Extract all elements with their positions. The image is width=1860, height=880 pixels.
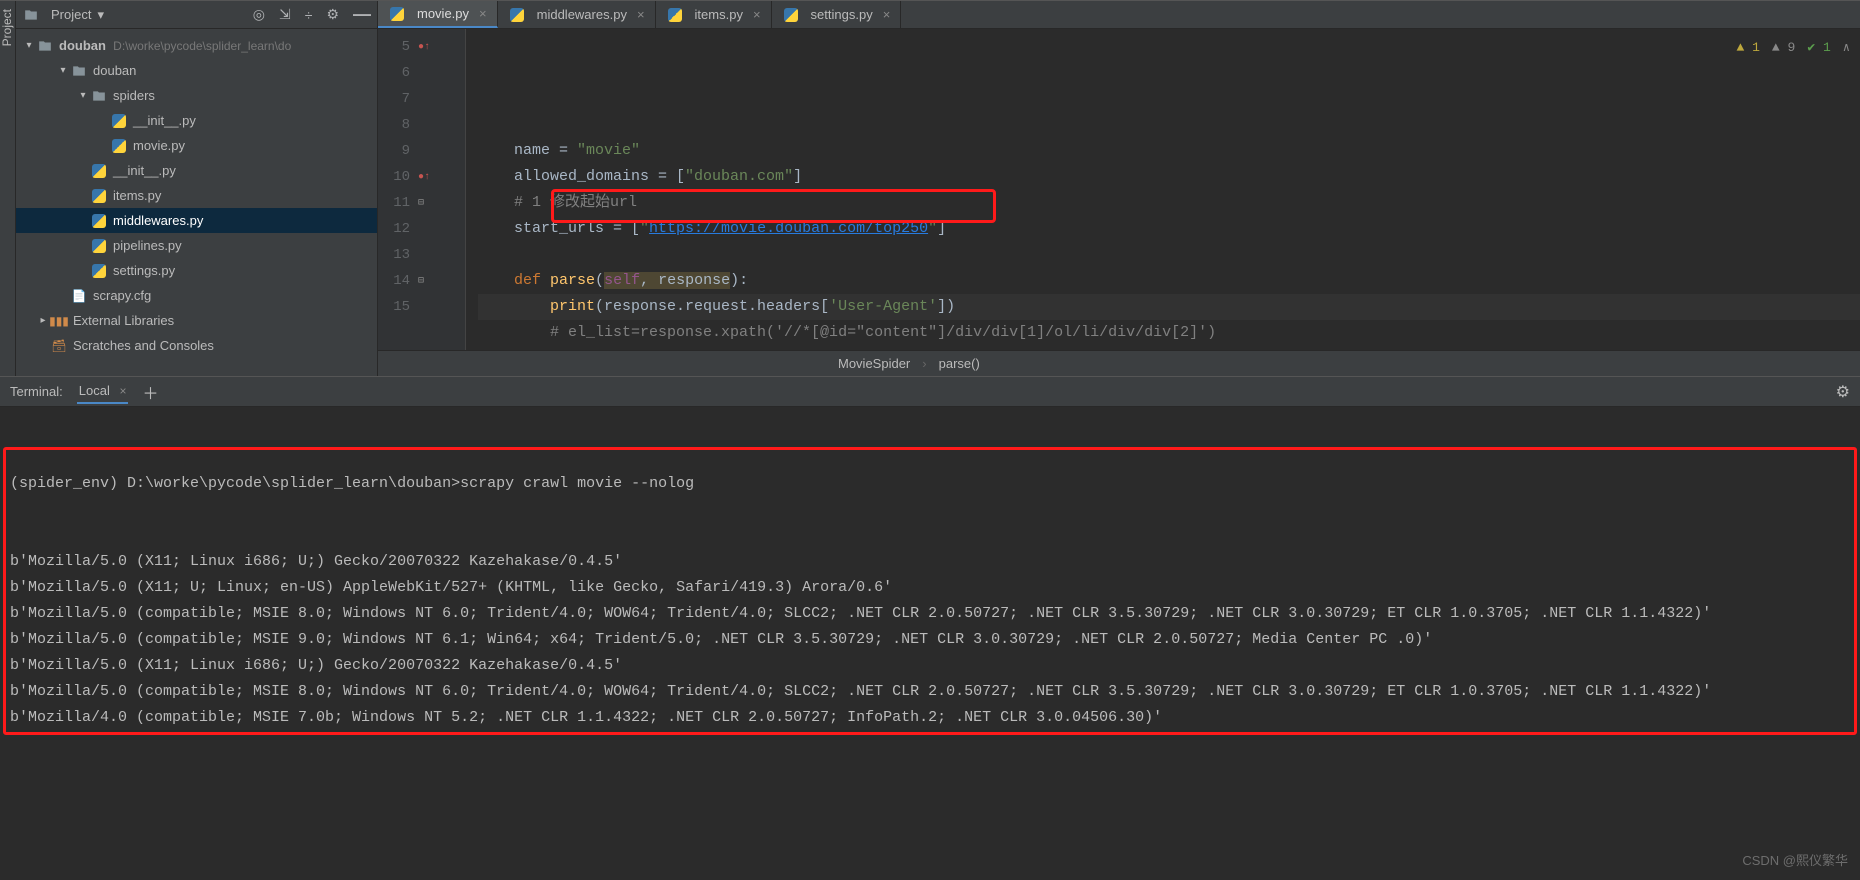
breadcrumb: MovieSpider › parse() <box>378 350 1860 376</box>
left-rail-label[interactable]: Project <box>0 1 14 54</box>
code-line[interactable]: el_list = response.xpath('//*[@class="in… <box>478 346 1860 350</box>
terminal-gear-icon[interactable]: ⚙ <box>1836 382 1850 402</box>
close-icon[interactable]: × <box>119 384 126 398</box>
warn-icon[interactable]: ▲ 1 <box>1736 35 1759 61</box>
editor-area: movie.py×middlewares.py×items.py×setting… <box>378 1 1860 376</box>
code-line[interactable]: print(response.request.headers['User-Age… <box>478 294 1860 320</box>
tree-item[interactable]: pipelines.py <box>16 233 377 258</box>
code-line[interactable]: allowed_domains = ["douban.com"] <box>478 164 1860 190</box>
tree-item[interactable]: 🗃Scratches and Consoles <box>16 333 377 358</box>
caret-up-icon[interactable]: ∧ <box>1843 35 1850 61</box>
tree-root[interactable]: ▾ douban D:\worke\pycode\splider_learn\d… <box>16 33 377 58</box>
tree-item[interactable]: ▸▮▮▮External Libraries <box>16 308 377 333</box>
watermark: CSDN @熙仪繁华 <box>1742 848 1848 874</box>
editor-tab[interactable]: items.py× <box>656 1 772 28</box>
project-header: Project ▾ ◎ ⇲ ÷ ⚙ — <box>16 1 377 29</box>
terminal-tab[interactable]: Local × <box>77 379 129 404</box>
breadcrumb-class[interactable]: MovieSpider <box>838 356 910 371</box>
code-line[interactable]: start_urls = ["https://movie.douban.com/… <box>478 216 1860 242</box>
editor-tab[interactable]: middlewares.py× <box>498 1 656 28</box>
expand-icon[interactable]: ⇲ <box>279 6 291 23</box>
project-panel: Project ▾ ◎ ⇲ ÷ ⚙ — ▾ douban D:\worke\py… <box>16 1 378 376</box>
code-line[interactable] <box>478 242 1860 268</box>
terminal-line: b'Mozilla/5.0 (compatible; MSIE 8.0; Win… <box>10 601 1850 627</box>
editor-tab[interactable]: settings.py× <box>772 1 902 28</box>
terminal-line: b'Mozilla/5.0 (X11; U; Linux; en-US) App… <box>10 575 1850 601</box>
terminal-line: b'Mozilla/5.0 (compatible; MSIE 8.0; Win… <box>10 679 1850 705</box>
terminal-line: b'Mozilla/5.0 (X11; Linux i686; U;) Geck… <box>10 549 1850 575</box>
tree-item[interactable]: middlewares.py <box>16 208 377 233</box>
python-file-icon <box>666 6 684 24</box>
editor-tab[interactable]: movie.py× <box>378 1 498 28</box>
terminal-title: Terminal: <box>10 384 63 399</box>
add-terminal-icon[interactable]: ＋ <box>142 380 158 404</box>
code-line[interactable]: # 1 修改起始url <box>478 190 1860 216</box>
code-editor[interactable]: ▲ 1 ▲ 9 ✔ 1 ∧ name = "movie" allowed_dom… <box>466 29 1860 350</box>
gear-icon[interactable]: ⚙ <box>326 6 339 23</box>
hide-icon[interactable]: — <box>353 4 371 25</box>
code-line[interactable]: def parse(self, response): <box>478 268 1860 294</box>
chevron-down-icon[interactable]: ▾ <box>97 7 104 23</box>
ok-icon[interactable]: ✔ 1 <box>1807 35 1830 61</box>
close-icon[interactable]: × <box>479 6 487 21</box>
breadcrumb-sep-icon: › <box>922 356 926 371</box>
editor-tabs: movie.py×middlewares.py×items.py×setting… <box>378 1 1860 29</box>
inspection-status: ▲ 1 ▲ 9 ✔ 1 ∧ <box>1736 35 1850 61</box>
project-tree: ▾ douban D:\worke\pycode\splider_learn\d… <box>16 29 377 376</box>
gutter: 5●↑678910●↑11⊟121314⊟15 <box>378 29 466 350</box>
weak-warn-icon[interactable]: ▲ 9 <box>1772 35 1795 61</box>
close-icon[interactable]: × <box>883 7 891 22</box>
code-region: 5●↑678910●↑11⊟121314⊟15 ▲ 1 ▲ 9 ✔ 1 ∧ na… <box>378 29 1860 350</box>
breadcrumb-method[interactable]: parse() <box>939 356 980 371</box>
code-line[interactable]: # el_list=response.xpath('//*[@id="conte… <box>478 320 1860 346</box>
collapse-icon[interactable]: ÷ <box>305 7 313 23</box>
terminal-panel: Terminal: Local × ＋ ⚙ (spider_env) D:\wo… <box>0 376 1860 880</box>
terminal-body[interactable]: (spider_env) D:\worke\pycode\splider_lea… <box>0 407 1860 880</box>
terminal-line: b'Mozilla/5.0 (compatible; MSIE 9.0; Win… <box>10 627 1850 653</box>
terminal-line: b'Mozilla/5.0 (X11; Linux i686; U;) Geck… <box>10 653 1850 679</box>
tree-item[interactable]: ▾douban <box>16 58 377 83</box>
target-icon[interactable]: ◎ <box>253 6 265 23</box>
python-file-icon <box>782 6 800 24</box>
terminal-header: Terminal: Local × ＋ ⚙ <box>0 377 1860 407</box>
python-file-icon <box>508 6 526 24</box>
close-icon[interactable]: × <box>753 7 761 22</box>
folder-icon <box>22 6 40 24</box>
python-file-icon <box>388 5 406 23</box>
close-icon[interactable]: × <box>637 7 645 22</box>
tree-item[interactable]: __init__.py <box>16 108 377 133</box>
terminal-tab-label: Local <box>79 383 110 398</box>
left-rail: Project <box>0 1 16 376</box>
code-line[interactable]: name = "movie" <box>478 138 1860 164</box>
tree-item[interactable]: items.py <box>16 183 377 208</box>
tree-item[interactable]: __init__.py <box>16 158 377 183</box>
terminal-prompt: (spider_env) D:\worke\pycode\splider_lea… <box>10 471 1850 497</box>
tree-item[interactable]: movie.py <box>16 133 377 158</box>
tree-item[interactable]: 📄scrapy.cfg <box>16 283 377 308</box>
tree-item[interactable]: settings.py <box>16 258 377 283</box>
terminal-line: b'Mozilla/4.0 (compatible; MSIE 7.0b; Wi… <box>10 705 1850 731</box>
project-title[interactable]: Project <box>51 7 91 22</box>
tree-item[interactable]: ▾spiders <box>16 83 377 108</box>
